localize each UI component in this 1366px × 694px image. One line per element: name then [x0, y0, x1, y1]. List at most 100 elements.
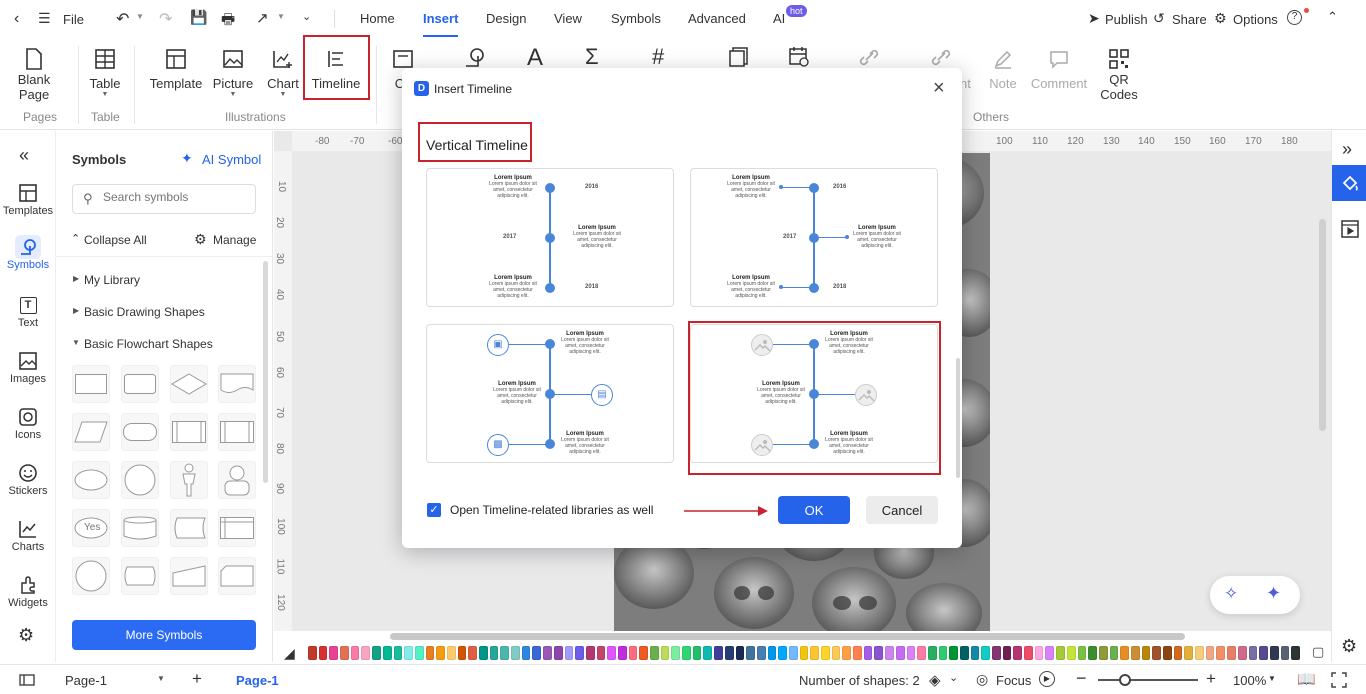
color-swatch[interactable]: [1120, 646, 1129, 660]
color-swatch[interactable]: [1280, 646, 1290, 660]
color-swatch[interactable]: [425, 646, 435, 660]
number-icon[interactable]: #: [652, 44, 664, 70]
chevron-down-icon[interactable]: ▼: [157, 674, 165, 683]
color-swatch[interactable]: [895, 646, 905, 660]
ok-button[interactable]: OK: [778, 496, 850, 524]
color-swatch[interactable]: [318, 646, 328, 660]
document-shape[interactable]: [218, 365, 256, 403]
nav-charts[interactable]: Charts: [0, 517, 56, 553]
export-dropdown-icon[interactable]: ▼: [277, 12, 285, 21]
tab-home[interactable]: Home: [360, 11, 395, 26]
settings-gear-icon[interactable]: ⚙: [18, 625, 34, 646]
color-swatch[interactable]: [361, 646, 371, 660]
color-swatch[interactable]: [981, 646, 990, 660]
color-swatch[interactable]: [1173, 646, 1183, 660]
color-swatch[interactable]: [799, 646, 809, 660]
predefined-process-shape[interactable]: [170, 413, 208, 451]
color-swatch[interactable]: [639, 646, 648, 660]
color-swatch[interactable]: [1066, 646, 1076, 660]
color-swatch[interactable]: [1269, 646, 1279, 660]
horizontal-scrollbar[interactable]: [390, 633, 1185, 640]
color-swatch[interactable]: [1109, 646, 1119, 660]
color-swatch[interactable]: [1195, 646, 1204, 660]
dialog-scrollbar[interactable]: [956, 358, 960, 478]
color-swatch[interactable]: [1130, 646, 1140, 660]
color-swatch[interactable]: [1098, 646, 1108, 660]
picture-button[interactable]: Picture ▼: [210, 46, 256, 98]
color-swatch[interactable]: [724, 646, 734, 660]
color-swatch[interactable]: [650, 646, 659, 660]
color-swatch[interactable]: [1034, 646, 1044, 660]
color-swatch[interactable]: [671, 646, 681, 660]
nav-templates[interactable]: Templates: [0, 181, 56, 217]
nav-text[interactable]: T Text: [0, 293, 56, 329]
color-swatch[interactable]: [532, 646, 542, 660]
comment-button[interactable]: Comment: [1030, 46, 1088, 91]
color-swatch[interactable]: [446, 646, 456, 660]
open-libraries-checkbox[interactable]: ✓: [427, 503, 441, 517]
color-swatch[interactable]: [1141, 646, 1151, 660]
export-icon[interactable]: ↗: [256, 9, 269, 27]
table-button[interactable]: Table ▼: [84, 46, 126, 98]
color-swatch[interactable]: [1216, 646, 1226, 660]
color-swatch[interactable]: [788, 646, 798, 660]
manage-button[interactable]: Manage: [213, 233, 256, 247]
tab-symbols[interactable]: Symbols: [611, 11, 661, 26]
color-swatch[interactable]: [746, 646, 755, 660]
page-panel-icon[interactable]: [19, 674, 35, 686]
data-shape[interactable]: [72, 413, 110, 451]
template-button[interactable]: Template: [148, 46, 204, 91]
fullscreen-icon[interactable]: [1331, 672, 1347, 688]
color-swatch[interactable]: [992, 646, 1001, 660]
yes-shape[interactable]: Yes: [72, 509, 110, 547]
color-swatch[interactable]: [949, 646, 958, 660]
color-swatch[interactable]: [874, 646, 884, 660]
color-swatch[interactable]: [1227, 646, 1236, 660]
color-swatch[interactable]: [543, 646, 552, 660]
fill-color-icon[interactable]: ◢: [284, 645, 295, 662]
more-colors-icon[interactable]: ▢: [1312, 644, 1324, 660]
note-button[interactable]: Note: [985, 46, 1021, 91]
ai-symbol-button[interactable]: AI Symbol: [202, 152, 261, 167]
color-swatch[interactable]: [714, 646, 723, 660]
nav-widgets[interactable]: Widgets: [0, 573, 56, 609]
color-swatch[interactable]: [607, 646, 616, 660]
color-swatch[interactable]: [1248, 646, 1258, 660]
ellipse-shape[interactable]: [72, 461, 110, 499]
manual-input-shape[interactable]: [170, 557, 208, 595]
focus-button[interactable]: Focus: [996, 673, 1031, 688]
collapse-panel-icon[interactable]: «: [19, 145, 29, 166]
color-swatch[interactable]: [1205, 646, 1215, 660]
color-swatch[interactable]: [628, 646, 638, 660]
display-shape[interactable]: [218, 509, 256, 547]
nav-images[interactable]: Images: [0, 349, 56, 385]
color-swatch[interactable]: [959, 646, 969, 660]
book-view-icon[interactable]: 📖: [1297, 670, 1316, 688]
menu-icon[interactable]: ☰: [38, 10, 51, 27]
chart-button[interactable]: Chart ▼: [263, 46, 303, 98]
zoom-dropdown-icon[interactable]: ▼: [1268, 674, 1276, 683]
more-symbols-button[interactable]: More Symbols: [72, 620, 256, 650]
panel-scrollbar[interactable]: [263, 261, 268, 483]
fill-panel-button[interactable]: [1332, 165, 1366, 201]
publish-button[interactable]: Publish: [1105, 12, 1148, 27]
zoom-in-icon[interactable]: +: [1206, 669, 1216, 689]
color-swatch[interactable]: [1056, 646, 1065, 660]
color-swatch[interactable]: [885, 646, 894, 660]
color-swatch[interactable]: [1184, 646, 1194, 660]
tab-ai[interactable]: AI: [773, 11, 785, 26]
stored-data-shape[interactable]: [170, 509, 208, 547]
options-button[interactable]: Options: [1233, 12, 1278, 27]
color-swatch[interactable]: [457, 646, 467, 660]
page-number-icon[interactable]: [729, 47, 749, 70]
color-swatch[interactable]: [810, 646, 819, 660]
settings-icon[interactable]: ⚙: [1341, 636, 1357, 657]
color-swatch[interactable]: [970, 646, 980, 660]
timeline-template-3[interactable]: ▣ ▤ ▩ Lorem Ipsum Lorem ipsum dolor sit a…: [426, 324, 674, 463]
zoom-slider-handle[interactable]: [1119, 674, 1131, 686]
color-swatch[interactable]: [1291, 646, 1300, 660]
nav-icons[interactable]: Icons: [0, 405, 56, 441]
blank-page-button[interactable]: Blank Page: [12, 46, 56, 102]
tab-page-1[interactable]: Page-1: [236, 673, 279, 688]
ai-magic-wand-icon[interactable]: ✧: [1224, 584, 1238, 604]
